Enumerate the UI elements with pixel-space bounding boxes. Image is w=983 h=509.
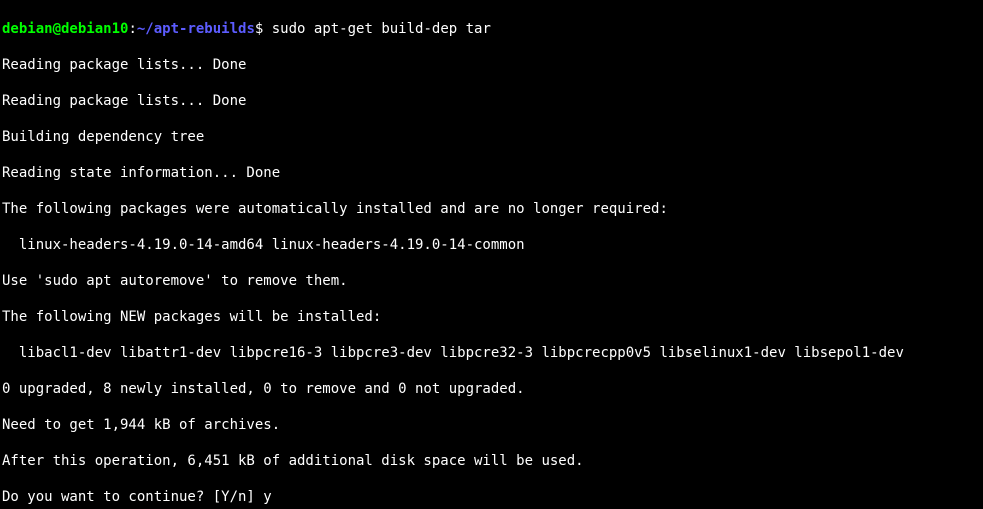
output-line: Reading state information... Done <box>2 164 981 182</box>
output-line: 0 upgraded, 8 newly installed, 0 to remo… <box>2 380 981 398</box>
output-line: The following packages were automaticall… <box>2 200 981 218</box>
output-line: libacl1-dev libattr1-dev libpcre16-3 lib… <box>2 344 981 362</box>
entered-command: sudo apt-get build-dep tar <box>272 21 491 37</box>
output-line: Use 'sudo apt autoremove' to remove them… <box>2 272 981 290</box>
output-line: Need to get 1,944 kB of archives. <box>2 416 981 434</box>
output-line: The following NEW packages will be insta… <box>2 308 981 326</box>
output-line: After this operation, 6,451 kB of additi… <box>2 452 981 470</box>
prompt-userhost: debian@debian10 <box>2 21 128 37</box>
output-line: linux-headers-4.19.0-14-amd64 linux-head… <box>2 236 981 254</box>
prompt-path: ~/apt-rebuilds <box>137 21 255 37</box>
prompt-line: debian@debian10:~/apt-rebuilds$ sudo apt… <box>2 20 981 38</box>
prompt-dollar: $ <box>255 21 272 37</box>
prompt-sep: : <box>128 21 136 37</box>
output-line: Building dependency tree <box>2 128 981 146</box>
output-line: Reading package lists... Done <box>2 56 981 74</box>
output-line: Reading package lists... Done <box>2 92 981 110</box>
terminal-output[interactable]: debian@debian10:~/apt-rebuilds$ sudo apt… <box>0 0 983 509</box>
output-line: Do you want to continue? [Y/n] y <box>2 488 981 506</box>
